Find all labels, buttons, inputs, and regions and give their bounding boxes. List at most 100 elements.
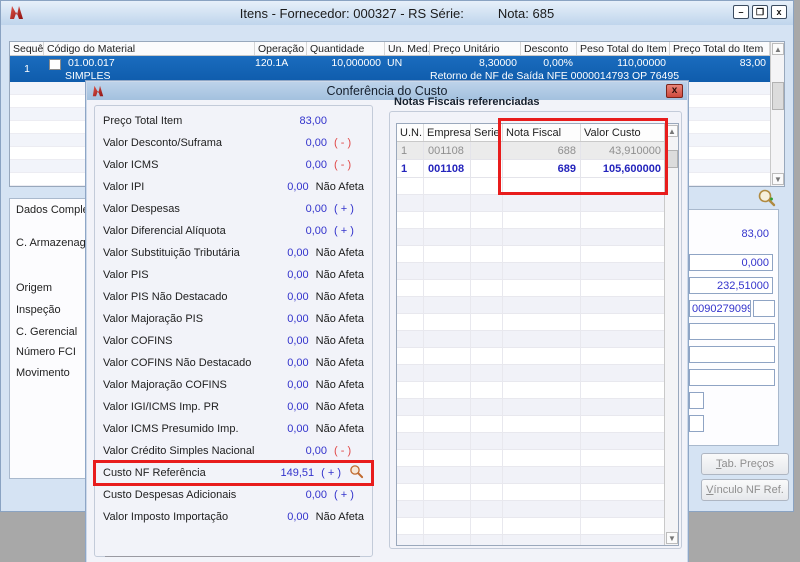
field-empty-1[interactable]: [689, 323, 775, 340]
row-checkbox[interactable]: [49, 59, 61, 70]
items-column-header[interactable]: Preço Unitário: [430, 42, 521, 55]
magnifier-icon[interactable]: [349, 464, 364, 482]
cost-row[interactable]: Valor Crédito Simples Nacional 0,00 ( - ): [95, 440, 372, 462]
field-small-box[interactable]: [753, 300, 775, 317]
ref-empty-cell: [581, 399, 666, 416]
field-partial-1[interactable]: [689, 392, 704, 409]
ref-empty-row[interactable]: [397, 263, 678, 280]
items-column-header[interactable]: Preço Total do Item: [670, 42, 770, 55]
scroll-up-icon[interactable]: ▲: [772, 43, 784, 55]
ref-empty-row[interactable]: [397, 399, 678, 416]
ref-empty-row[interactable]: [397, 433, 678, 450]
ref-empty-row[interactable]: [397, 535, 678, 545]
ref-empty-cell: [581, 195, 666, 212]
ref-table-row[interactable]: 1 001108 689 105,600000: [397, 160, 678, 178]
items-column-header[interactable]: Peso Total do Item: [577, 42, 670, 55]
ref-empty-cell: [581, 535, 666, 545]
ref-empty-row[interactable]: [397, 246, 678, 263]
cell-codigo: 01.00.017: [68, 57, 115, 69]
cost-row[interactable]: Valor PIS Não Destacado 0,00 Não Afeta: [95, 286, 372, 308]
ref-empty-row[interactable]: [397, 314, 678, 331]
cost-row-suffix: ( - ): [334, 445, 352, 457]
ref-empty-row[interactable]: [397, 518, 678, 535]
ref-empty-row[interactable]: [397, 416, 678, 433]
ref-empty-row[interactable]: [397, 280, 678, 297]
ref-empty-cell: [397, 280, 424, 297]
ref-empty-row[interactable]: [397, 484, 678, 501]
field-empty-2[interactable]: [689, 346, 775, 363]
ref-empty-row[interactable]: [397, 450, 678, 467]
cost-row[interactable]: Valor COFINS 0,00 Não Afeta: [95, 330, 372, 352]
cost-row[interactable]: Valor Imposto Importação 0,00 Não Afeta: [95, 506, 372, 528]
ref-empty-cell: [424, 416, 471, 433]
ref-empty-cell: [503, 212, 581, 229]
maximize-button[interactable]: ❐: [752, 5, 768, 19]
field-codigo-ref[interactable]: 0090279099: [689, 300, 751, 317]
field-partial-2[interactable]: [689, 415, 704, 432]
scroll-thumb[interactable]: [772, 82, 784, 110]
minimize-button[interactable]: –: [733, 5, 749, 19]
vinculo-nf-ref-button[interactable]: Vínculo NF Ref.: [701, 479, 789, 501]
field-empty-3[interactable]: [689, 369, 775, 386]
cost-row[interactable]: Valor IPI 0,00 Não Afeta: [95, 176, 372, 198]
cost-row[interactable]: Custo Despesas Adicionais 0,00 ( + ): [95, 484, 372, 506]
cost-row[interactable]: Valor PIS 0,00 Não Afeta: [95, 264, 372, 286]
scroll-down-icon[interactable]: ▼: [772, 173, 784, 185]
ref-empty-row[interactable]: [397, 297, 678, 314]
ref-empty-row[interactable]: [397, 467, 678, 484]
ref-empty-row[interactable]: [397, 382, 678, 399]
cost-row-value: 83,00: [299, 115, 327, 127]
cost-row[interactable]: Valor IGI/ICMS Imp. PR 0,00 Não Afeta: [95, 396, 372, 418]
field-desconto-valor[interactable]: 0,000: [689, 254, 773, 271]
ref-column-header[interactable]: Nota Fiscal: [503, 124, 581, 141]
cost-row[interactable]: Valor Desconto/Suframa 0,00 ( - ): [95, 132, 372, 154]
ref-column-header[interactable]: Serie: [471, 124, 503, 141]
cost-row[interactable]: Valor Diferencial Alíquota 0,00 ( + ): [95, 220, 372, 242]
ref-empty-cell: [471, 212, 503, 229]
close-button[interactable]: x: [771, 5, 787, 19]
ref-scroll-thumb[interactable]: [666, 150, 678, 168]
ref-empty-row[interactable]: [397, 229, 678, 246]
ref-scroll-down-icon[interactable]: ▼: [666, 532, 678, 544]
ref-column-header[interactable]: Valor Custo: [581, 124, 666, 141]
ref-empty-row[interactable]: [397, 331, 678, 348]
tab-precos-button[interactable]: Tab. Preços: [701, 453, 789, 475]
cost-row[interactable]: Preço Total Item 83,00: [95, 110, 372, 132]
ref-scrollbar[interactable]: ▲ ▼: [664, 124, 678, 545]
ref-empty-cell: [397, 263, 424, 280]
dialog-close-button[interactable]: x: [666, 84, 683, 98]
field-custo-item[interactable]: 232,51000: [689, 277, 773, 294]
ref-empty-row[interactable]: [397, 195, 678, 212]
items-column-header[interactable]: Quantidade: [307, 42, 385, 55]
cost-row-label: Valor Majoração COFINS: [103, 379, 227, 391]
cost-row[interactable]: Valor ICMS Presumido Imp. 0,00 Não Afeta: [95, 418, 372, 440]
ref-table-row[interactable]: 1 001108 688 43,910000: [397, 142, 678, 160]
cost-row[interactable]: Valor Majoração PIS 0,00 Não Afeta: [95, 308, 372, 330]
ref-empty-row[interactable]: [397, 212, 678, 229]
window-titlebar[interactable]: Itens - Fornecedor: 000327 - RS Série: N…: [1, 1, 793, 25]
dialog-titlebar[interactable]: Conferência do Custo x: [87, 82, 687, 100]
items-column-header[interactable]: Código do Material: [44, 42, 255, 55]
items-column-header[interactable]: Operação: [255, 42, 307, 55]
items-column-header[interactable]: Un. Med.: [385, 42, 430, 55]
zoom-search-icon[interactable]: [757, 188, 777, 208]
cost-row[interactable]: Valor Substituição Tributária 0,00 Não Afe…: [95, 242, 372, 264]
ref-empty-row[interactable]: [397, 178, 678, 195]
ref-column-header[interactable]: Empresa: [424, 124, 471, 141]
cost-row[interactable]: Custo NF Referência 149,51 ( + ): [93, 460, 374, 486]
cost-row[interactable]: Valor Majoração COFINS 0,00 Não Afeta: [95, 374, 372, 396]
cost-row[interactable]: Valor COFINS Não Destacado 0,00 Não Afeta: [95, 352, 372, 374]
cost-row[interactable]: Valor ICMS 0,00 ( - ): [95, 154, 372, 176]
selected-item-row[interactable]: 1 01.00.017 SIMPLES 120.1A 10,000000 UN …: [10, 56, 784, 82]
items-column-header[interactable]: Sequência: [10, 42, 44, 55]
ref-empty-row[interactable]: [397, 365, 678, 382]
ref-column-header[interactable]: U.N.: [397, 124, 424, 141]
ref-empty-cell: [581, 433, 666, 450]
items-column-header[interactable]: Desconto: [521, 42, 577, 55]
ref-empty-row[interactable]: [397, 348, 678, 365]
cost-row[interactable]: Valor Despesas 0,00 ( + ): [95, 198, 372, 220]
ref-empty-cell: [503, 229, 581, 246]
ref-empty-row[interactable]: [397, 501, 678, 518]
items-scrollbar[interactable]: ▲ ▼: [770, 42, 784, 186]
ref-scroll-up-icon[interactable]: ▲: [666, 125, 678, 137]
